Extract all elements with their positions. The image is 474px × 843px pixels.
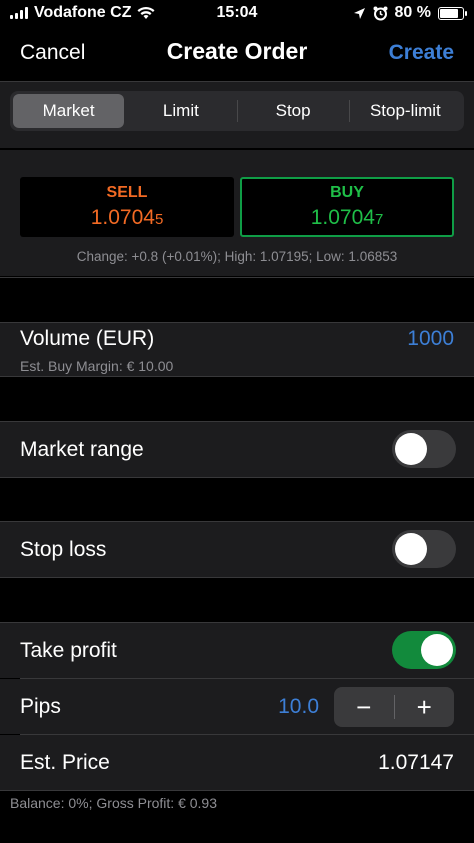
alarm-icon xyxy=(373,6,388,20)
est-price-row: Est. Price 1.07147 xyxy=(0,735,474,790)
sell-button[interactable]: SELL 1.07045 xyxy=(20,177,234,237)
stop-loss-row: Stop loss xyxy=(0,522,474,577)
sell-label: SELL xyxy=(106,184,148,201)
stop-loss-label: Stop loss xyxy=(20,538,107,561)
volume-value[interactable]: 1000 xyxy=(407,327,454,351)
divider xyxy=(0,477,474,478)
est-price-label: Est. Price xyxy=(20,751,110,774)
volume-row[interactable]: Volume (EUR) 1000 Est. Buy Margin: € 10.… xyxy=(0,323,474,376)
sell-price: 1.07045 xyxy=(90,206,164,229)
create-button[interactable]: Create xyxy=(389,41,454,65)
tab-stop-limit[interactable]: Stop-limit xyxy=(350,94,461,128)
toggle-knob xyxy=(421,634,453,666)
market-range-row: Market range xyxy=(0,422,474,477)
toggle-knob xyxy=(395,433,427,465)
buy-button[interactable]: BUY 1.07047 xyxy=(240,177,454,237)
divider xyxy=(0,277,474,278)
battery-icon xyxy=(438,6,467,20)
pips-stepper: − + xyxy=(334,687,454,727)
battery-percent: 80 % xyxy=(394,4,431,21)
pips-value[interactable]: 10.0 xyxy=(278,695,319,719)
buy-label: BUY xyxy=(330,184,364,201)
volume-label: Volume (EUR) xyxy=(20,327,155,350)
status-right: 80 % xyxy=(353,4,467,22)
price-change-summary: Change: +0.8 (+0.01%); High: 1.07195; Lo… xyxy=(76,249,398,264)
pips-row: Pips 10.0 − + xyxy=(0,679,474,734)
tab-limit[interactable]: Limit xyxy=(125,94,236,128)
take-profit-row: Take profit xyxy=(0,623,474,678)
order-type-bar: Market Limit Stop Stop-limit xyxy=(0,82,474,148)
divider xyxy=(0,376,474,377)
navigation-bar: Cancel Create Order Create xyxy=(0,26,474,80)
tab-market[interactable]: Market xyxy=(13,94,125,128)
toggle-knob xyxy=(395,533,427,565)
balance-summary: Balance: 0%; Gross Profit: € 0.93 xyxy=(10,795,217,811)
stop-loss-toggle[interactable] xyxy=(392,530,456,568)
est-price-value: 1.07147 xyxy=(378,751,454,774)
divider xyxy=(0,577,474,578)
market-range-toggle[interactable] xyxy=(392,430,456,468)
buy-margin-estimate: Est. Buy Margin: € 10.00 xyxy=(20,358,174,374)
status-bar: Vodafone CZ 15:04 80 % xyxy=(0,0,474,26)
pips-label: Pips xyxy=(20,695,61,718)
decrement-button[interactable]: − xyxy=(334,687,394,727)
cancel-button[interactable]: Cancel xyxy=(20,41,85,65)
take-profit-label: Take profit xyxy=(20,639,117,662)
divider xyxy=(0,790,474,791)
buy-price: 1.07047 xyxy=(310,206,384,229)
quote-card: SELL 1.07045 BUY 1.07047 Change: +0.8 (+… xyxy=(0,150,474,276)
market-range-label: Market range xyxy=(20,438,144,461)
order-type-segmented-control: Market Limit Stop Stop-limit xyxy=(10,91,464,131)
increment-button[interactable]: + xyxy=(395,687,455,727)
take-profit-toggle[interactable] xyxy=(392,631,456,669)
location-icon xyxy=(353,7,365,19)
tab-stop[interactable]: Stop xyxy=(238,94,349,128)
